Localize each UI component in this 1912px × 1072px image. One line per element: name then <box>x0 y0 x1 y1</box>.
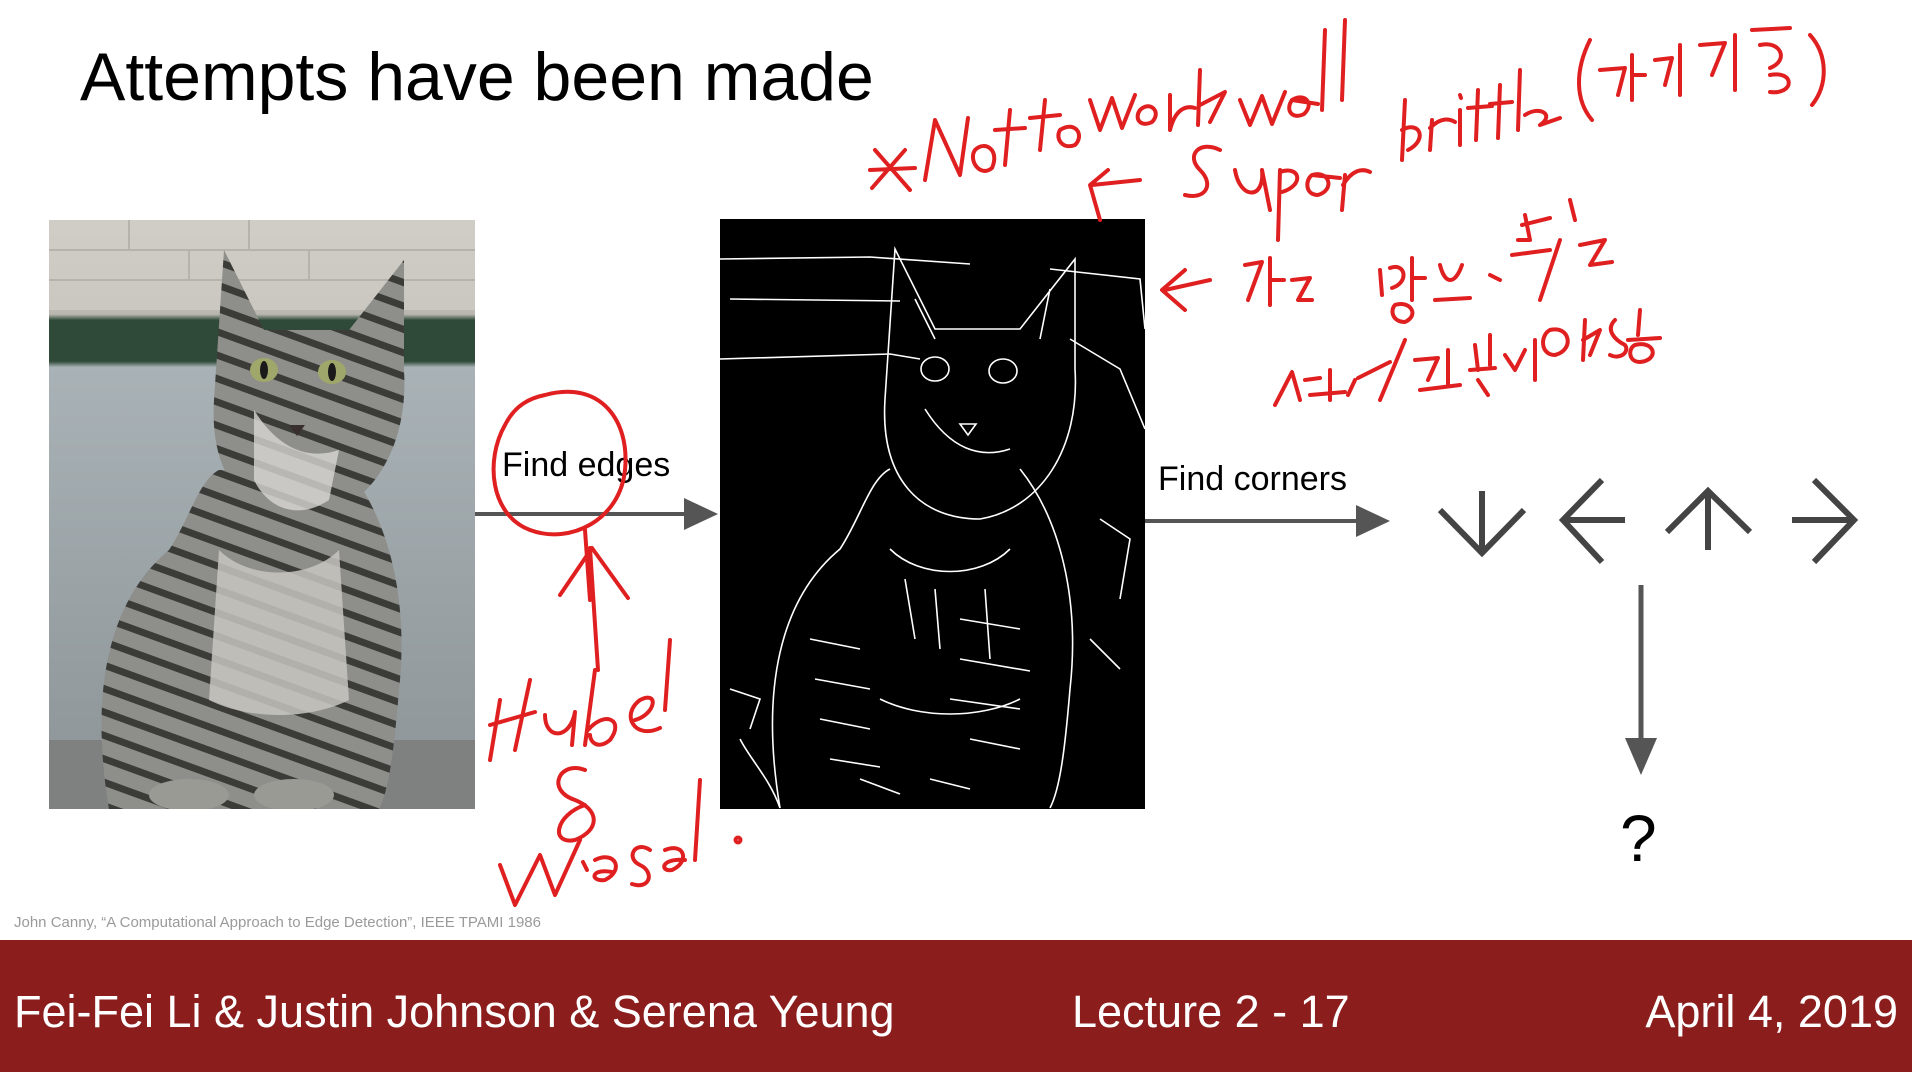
annotation-circle <box>491 389 628 537</box>
footer-date: April 4, 2019 <box>1645 986 1898 1037</box>
annotation-not-work-well <box>868 18 1347 192</box>
annotation-angle-change <box>1160 198 1614 324</box>
footer-lecture: Lecture 2 - 17 <box>1072 986 1350 1037</box>
annotation-hard <box>1273 308 1662 407</box>
handwritten-annotations <box>488 18 1826 907</box>
annotation-super-brittle <box>1088 26 1826 242</box>
footer-authors: Fei-Fei Li & Justin Johnson & Serena Yeu… <box>14 986 895 1037</box>
annotation-hubel-wiesel <box>488 638 743 907</box>
annotation-up-arrow <box>558 546 630 672</box>
